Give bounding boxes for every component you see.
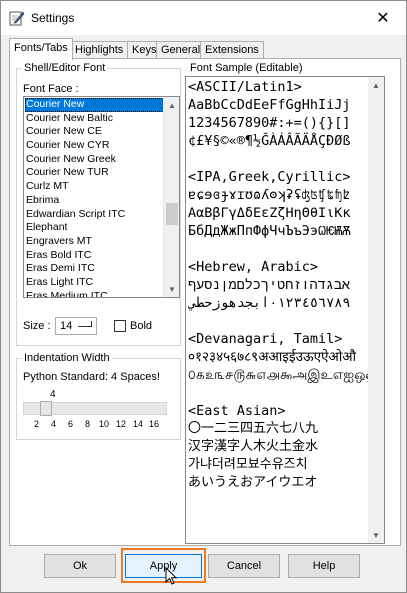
tick-label: 8 [85,419,91,429]
font-list-item[interactable]: Courier New CE [25,125,164,139]
mouse-cursor-icon [165,567,177,585]
fonts-tabs-panel: Shell/Editor Font Font Face : Courier Ne… [9,58,401,546]
font-list-item[interactable]: Elephant [25,221,164,235]
font-sample-line[interactable]: 1234567890#:+=(){}[] [188,114,368,132]
font-list-item[interactable]: Courier New [25,98,164,112]
font-sample-line[interactable]: あいうえおアイウエオ [188,474,368,492]
font-sample-line[interactable]: ΑαΒβΓγΔδΕεΖζΗηΘθΙιΚκ [188,204,368,222]
font-sample-line[interactable]: 汉字漢字人木火土金水 [188,438,368,456]
tick-label: 10 [99,419,110,429]
help-button[interactable]: Help [288,554,360,578]
font-list-item[interactable]: Edwardian Script ITC [25,208,164,222]
shell-editor-font-label: Shell/Editor Font [22,62,108,74]
font-sample-line[interactable]: אבגדהוזחטיךכלםמןנסעף [188,276,368,294]
indentation-slider-thumb[interactable] [40,401,52,416]
scroll-down-icon[interactable]: ▼ [164,281,179,297]
font-sample-line[interactable]: <ASCII/Latin1> [188,78,368,96]
font-sample-line[interactable]: 가냐더려모뵤수유즈치 [188,456,368,474]
font-sample-line[interactable]: <Hebrew, Arabic> [188,258,368,276]
apply-highlight-box [121,548,206,583]
indentation-value: 4 [50,389,56,400]
font-sample-line[interactable]: ௦௧௨௩௪௫௬௭௮௯அஇஉஎஐஒஔ [188,366,368,384]
font-list-item[interactable]: Ebrima [25,194,164,208]
font-sample-line[interactable]: AaBbCcDdEeFfGgHhIiJj [188,96,368,114]
window-title: Settings [31,11,75,25]
font-list-item[interactable]: Eras Demi ITC [25,262,164,276]
font-sample-textarea[interactable]: <ASCII/Latin1> AaBbCcDdEeFfGgHhIiJj 123456… [185,76,385,544]
font-list-scrollbar[interactable]: ▲ ▼ [163,97,179,297]
font-sample-line[interactable]: <East Asian> [188,402,368,420]
font-list-item[interactable]: Courier New Greek [25,153,164,167]
font-list-item[interactable]: Courier New CYR [25,139,164,153]
font-sample-label: Font Sample (Editable) [188,62,305,74]
settings-dialog: Settings ✕ Fonts/Tabs Highlights Keys Ge… [0,0,407,593]
font-sample-line[interactable]: ¢£¥§©«®¶½ĞÀÁÂÃÄÅÇÐØß [188,132,368,150]
font-list-item[interactable]: Engravers MT [25,235,164,249]
tick-label: 4 [51,419,57,429]
close-button[interactable]: ✕ [360,1,406,35]
font-sample-line[interactable] [188,384,368,402]
font-sample-scrollbar[interactable]: ▲ ▼ [368,77,384,543]
indentation-description: Python Standard: 4 Spaces! [23,371,160,383]
bold-label: Bold [130,320,153,332]
dropdown-indicator-icon [78,321,92,327]
cancel-button[interactable]: Cancel [208,554,280,578]
bold-checkbox[interactable] [114,320,126,332]
font-sample-line[interactable]: ɐɕɘɞɟɤɪʊɷʎʘʞʡʢʤʦʧʨʩʫ [188,186,368,204]
tab-fonts-tabs[interactable]: Fonts/Tabs [9,38,73,60]
tick-label: 14 [133,419,144,429]
font-face-label: Font Face : [23,83,79,95]
scroll-thumb[interactable] [166,203,178,225]
font-sample-line[interactable]: БбДдЖжПпФфЧчЪъЭэѠѤѬѪ [188,222,368,240]
font-sample-line[interactable] [188,312,368,330]
font-sample-line[interactable]: ٠١٢٣٤٥٦٧٨٩ابجدهوزحطي [188,294,368,312]
tab-extensions[interactable]: Extensions [200,41,264,59]
scroll-down-icon[interactable]: ▼ [368,527,384,543]
font-sample-line[interactable]: <IPA,Greek,Cyrillic> [188,168,368,186]
font-sample-line[interactable] [188,240,368,258]
tab-highlights[interactable]: Highlights [70,41,129,59]
font-sample-line[interactable]: <Devanagari, Tamil> [188,330,368,348]
font-sample-line[interactable]: 〇一二三四五六七八九 [188,420,368,438]
indentation-width-label: Indentation Width [22,352,112,364]
size-selector[interactable]: 14 [55,317,97,335]
size-label: Size : [23,320,51,332]
font-list-item[interactable]: Eras Light ITC [25,276,164,290]
tick-label: 16 [149,419,160,429]
scroll-up-icon[interactable]: ▲ [164,97,179,113]
title-bar: Settings ✕ [1,1,406,35]
font-list-item[interactable]: Eras Bold ITC [25,249,164,263]
font-face-list[interactable]: Courier New Courier New Baltic Courier N… [23,96,180,298]
font-sample-line[interactable] [188,150,368,168]
font-list-item[interactable]: Eras Medium ITC [25,290,164,297]
tick-label: 6 [68,419,74,429]
close-icon: ✕ [376,10,390,27]
scroll-up-icon[interactable]: ▲ [368,77,384,93]
font-sample-text[interactable]: <ASCII/Latin1> AaBbCcDdEeFfGgHhIiJj 123456… [188,78,368,492]
tick-label: 2 [34,419,40,429]
font-sample-line[interactable]: ०१२३४५६७८९अआइईउऊएऐओऔ [188,348,368,366]
font-list-item[interactable]: Courier New TUR [25,166,164,180]
ok-button[interactable]: Ok [44,554,116,578]
tick-label: 12 [116,419,127,429]
font-list-item[interactable]: Curlz MT [25,180,164,194]
font-list-item[interactable]: Courier New Baltic [25,112,164,126]
size-value: 14 [60,320,73,332]
tab-general[interactable]: General [156,41,206,59]
idle-feather-icon [9,11,25,26]
